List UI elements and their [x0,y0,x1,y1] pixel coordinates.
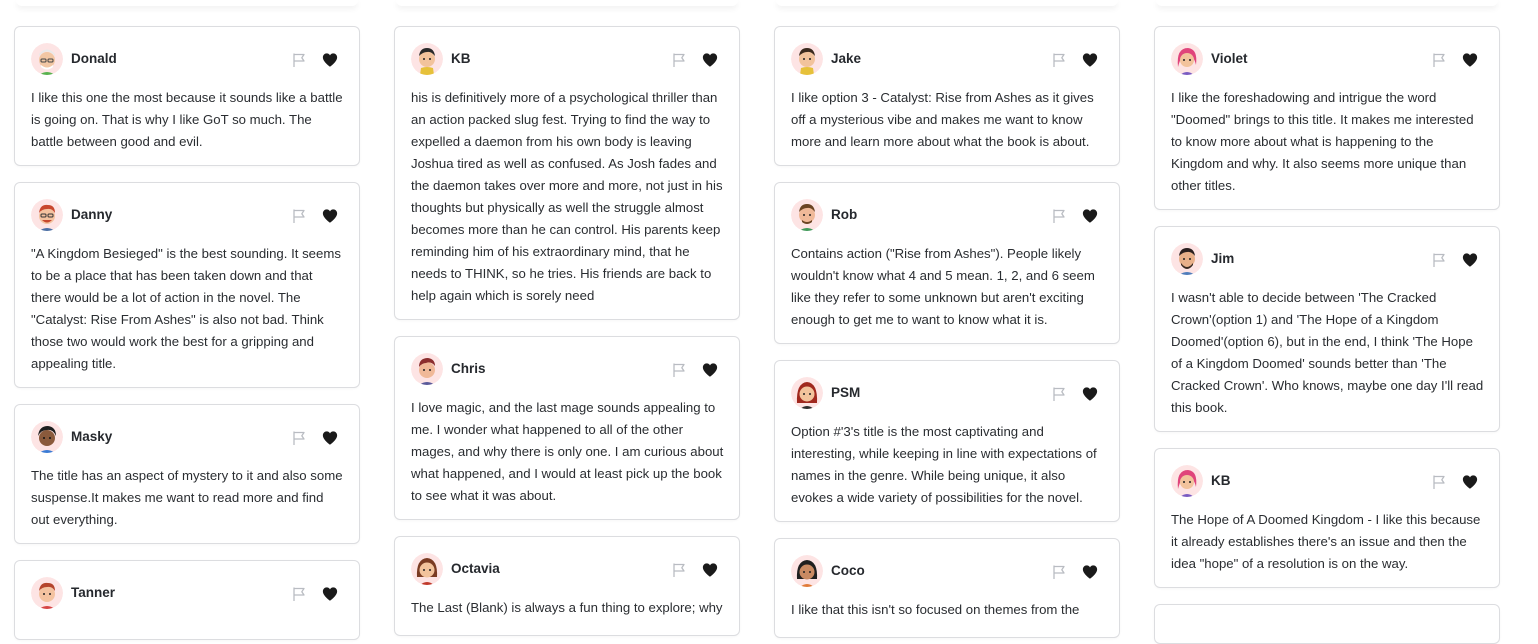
avatar-illustration [1171,243,1203,275]
avatar-icon [31,199,63,231]
heart-icon[interactable] [321,207,339,225]
reviewer-name: Donald [71,51,117,66]
heart-icon[interactable] [1081,563,1099,581]
feedback-card: Masky The title has an aspect of mystery… [14,404,360,544]
feedback-text: I like option 3 - Catalyst: Rise from As… [791,90,1094,149]
avatar-icon [31,421,63,453]
avatar-illustration [791,555,823,587]
feedback-text: I love magic, and the last mage sounds a… [411,400,724,503]
avatar-illustration [411,553,443,585]
flag-icon[interactable] [1051,208,1067,224]
feedback-card: Coco I like that this isn't so focused o… [774,538,1120,638]
heart-icon[interactable] [321,585,339,603]
feedback-card: Jim I wasn't able to decide between 'The… [1154,226,1500,432]
avatar-illustration [1171,465,1203,497]
heart-icon[interactable] [321,51,339,69]
feedback-text: The Last (Blank) is always a fun thing t… [411,600,723,615]
heart-icon[interactable] [1461,473,1479,491]
reviewer-name: KB [451,51,471,66]
avatar-illustration [31,421,63,453]
avatar-illustration [31,43,63,75]
heart-icon[interactable] [1081,385,1099,403]
feedback-text: I wasn't able to decide between 'The Cra… [1171,290,1484,415]
avatar-icon [411,43,443,75]
feedback-text: I like the foreshadowing and intrigue th… [1171,90,1474,193]
reviewer-name: Jim [1211,251,1235,266]
flag-icon[interactable] [671,362,687,378]
reviewer-name: Rob [831,207,858,222]
reviewer-name: Violet [1211,51,1248,66]
avatar-icon [31,43,63,75]
feedback-card: Octavia The Last (Blank) is always a fun… [394,536,740,636]
reviewer-name: KB [1211,473,1231,488]
feedback-text: I like that this isn't so focused on the… [791,602,1080,617]
flag-icon[interactable] [1431,474,1447,490]
heart-icon[interactable] [1461,51,1479,69]
feedback-text: I like this one the most because it soun… [31,90,343,149]
reviewer-name: Coco [831,563,865,578]
feedback-card: Danny "A Kingdom Besieged" is the best s… [14,182,360,388]
avatar-icon [791,43,823,75]
feedback-text: The title has an aspect of mystery to it… [31,468,343,527]
feedback-card: Violet I like the foreshadowing and intr… [1154,26,1500,210]
feedback-card [1154,604,1500,644]
feedback-card: Tanner [14,560,360,640]
flag-icon[interactable] [291,52,307,68]
feedback-text: his is definitively more of a psychologi… [411,90,723,303]
feedback-card: Jake I like option 3 - Catalyst: Rise fr… [774,26,1120,166]
reviewer-name: Octavia [451,561,500,576]
avatar-illustration [411,43,443,75]
feedback-text: "A Kingdom Besieged" is the best soundin… [31,246,341,371]
flag-icon[interactable] [291,586,307,602]
flag-icon[interactable] [1051,52,1067,68]
feedback-text: Contains action ("Rise from Ashes"). Peo… [791,246,1095,327]
reviewer-name: PSM [831,385,861,400]
flag-icon[interactable] [1431,252,1447,268]
avatar-icon [1171,43,1203,75]
avatar-illustration [791,43,823,75]
feedback-card: KB his is definitively more of a psychol… [394,26,740,320]
avatar-icon [411,553,443,585]
avatar-illustration [791,377,823,409]
avatar-icon [791,555,823,587]
feedback-card: Rob Contains action ("Rise from Ashes").… [774,182,1120,344]
feedback-card: Chris I love magic, and the last mage so… [394,336,740,520]
reviewer-name: Danny [71,207,113,222]
avatar-icon [1171,465,1203,497]
reviewer-name: Jake [831,51,862,66]
feedback-card: KB The Hope of A Doomed Kingdom - I like… [1154,448,1500,588]
avatar-illustration [411,353,443,385]
avatar-illustration [791,199,823,231]
reviewer-name: Masky [71,429,113,444]
avatar-icon [791,199,823,231]
heart-icon[interactable] [701,561,719,579]
heart-icon[interactable] [321,429,339,447]
avatar-illustration [31,199,63,231]
flag-icon[interactable] [671,562,687,578]
feedback-card: PSM Option #'3's title is the most capti… [774,360,1120,522]
avatar-icon [1171,243,1203,275]
avatar-icon [791,377,823,409]
heart-icon[interactable] [1081,207,1099,225]
flag-icon[interactable] [671,52,687,68]
heart-icon[interactable] [1081,51,1099,69]
heart-icon[interactable] [701,361,719,379]
feedback-text: Option #'3's title is the most captivati… [791,424,1097,505]
avatar-icon [411,353,443,385]
avatar-icon [31,577,63,609]
heart-icon[interactable] [701,51,719,69]
heart-icon[interactable] [1461,251,1479,269]
avatar-illustration [31,577,63,609]
feedback-text: The Hope of A Doomed Kingdom - I like th… [1171,512,1481,571]
flag-icon[interactable] [291,208,307,224]
avatar-illustration [1171,43,1203,75]
reviewer-name: Chris [451,361,486,376]
flag-icon[interactable] [1051,386,1067,402]
flag-icon[interactable] [291,430,307,446]
flag-icon[interactable] [1431,52,1447,68]
flag-icon[interactable] [1051,564,1067,580]
reviewer-name: Tanner [71,585,116,600]
feedback-card: Donald I like this one the most because … [14,26,360,166]
